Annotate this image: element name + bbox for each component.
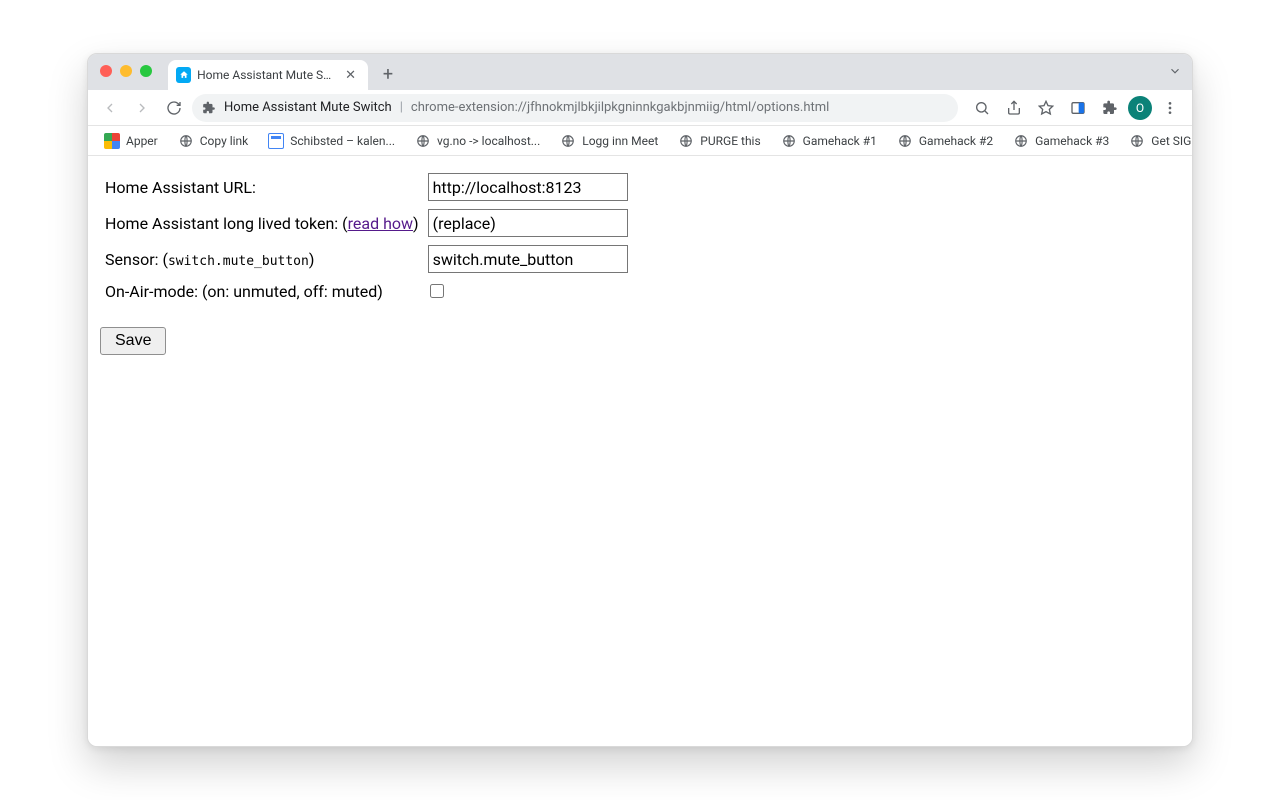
bookmark-star-icon[interactable] [1032, 94, 1060, 122]
bookmark-label: Get SIG [1151, 134, 1191, 148]
extension-icon [202, 101, 216, 115]
bookmark-item[interactable]: Copy link [170, 129, 257, 153]
bookmark-item[interactable]: Gamehack #2 [889, 129, 1001, 153]
traffic-lights [100, 65, 152, 77]
toolbar: Home Assistant Mute Switch | chrome-exte… [88, 90, 1192, 126]
bookmark-label: Gamehack #2 [919, 134, 993, 148]
window-zoom-button[interactable] [140, 65, 152, 77]
reload-button[interactable] [160, 94, 188, 122]
omnibox-url: chrome-extension://jfhnokmjlbkjilpkgninn… [411, 100, 829, 115]
url-label: Home Assistant URL: [104, 172, 423, 202]
bookmark-item[interactable]: Get SIG [1121, 129, 1193, 153]
bookmark-item[interactable]: vg.no -> localhost... [407, 129, 548, 153]
bookmark-label: Logg inn Meet [582, 134, 658, 148]
save-button[interactable]: Save [100, 327, 166, 355]
menu-icon[interactable] [1156, 94, 1184, 122]
browser-window: Home Assistant Mute Switch O ✕ + Home As… [87, 53, 1193, 747]
cal-icon [268, 133, 284, 149]
globe-icon [415, 133, 431, 149]
back-button[interactable] [96, 94, 124, 122]
page-content: Home Assistant URL: Home Assistant long … [88, 156, 1192, 746]
globe-icon [1013, 133, 1029, 149]
new-tab-button[interactable]: + [374, 60, 402, 88]
avatar-initial: O [1136, 101, 1144, 115]
omnibox-extension-name: Home Assistant Mute Switch [224, 100, 392, 115]
url-input[interactable] [428, 173, 628, 201]
read-how-link[interactable]: read how [348, 214, 413, 233]
bookmark-label: Gamehack #3 [1035, 134, 1109, 148]
onair-label: On-Air-mode: (on: unmuted, off: muted) [104, 280, 423, 303]
sensor-input[interactable] [428, 245, 628, 273]
tab-search-button[interactable] [1168, 64, 1182, 81]
home-assistant-favicon [176, 67, 191, 83]
globe-icon [1129, 133, 1145, 149]
globe-icon [678, 133, 694, 149]
bookmark-item[interactable]: Schibsted – kalen... [260, 129, 403, 153]
token-input[interactable] [428, 209, 628, 237]
tab-close-icon[interactable]: ✕ [343, 68, 358, 83]
window-close-button[interactable] [100, 65, 112, 77]
tab-title: Home Assistant Mute Switch O [197, 68, 337, 82]
browser-tab-active[interactable]: Home Assistant Mute Switch O ✕ [168, 60, 368, 90]
bookmark-item[interactable]: PURGE this [670, 129, 768, 153]
grid-icon [104, 133, 120, 149]
globe-icon [781, 133, 797, 149]
zoom-icon[interactable] [968, 94, 996, 122]
omnibox-separator: | [400, 100, 403, 115]
bookmark-label: vg.no -> localhost... [437, 134, 540, 148]
bookmark-item[interactable]: Gamehack #3 [1005, 129, 1117, 153]
extensions-icon[interactable] [1096, 94, 1124, 122]
bookmark-label: Copy link [200, 134, 249, 148]
share-icon[interactable] [1000, 94, 1028, 122]
bookmark-item[interactable]: Apper [96, 129, 166, 153]
token-label-prefix: Home Assistant long lived token: ( [105, 214, 348, 233]
globe-icon [897, 133, 913, 149]
profile-avatar[interactable]: O [1128, 96, 1152, 120]
bookmark-label: Schibsted – kalen... [290, 134, 395, 148]
bookmark-label: PURGE this [700, 134, 760, 148]
address-bar[interactable]: Home Assistant Mute Switch | chrome-exte… [192, 94, 958, 122]
bookmark-item[interactable]: Logg inn Meet [552, 129, 666, 153]
bookmarks-bar: Apper Copy link Schibsted – kalen... vg.no … [88, 126, 1192, 156]
bookmark-item[interactable]: Gamehack #1 [773, 129, 885, 153]
titlebar: Home Assistant Mute Switch O ✕ + [88, 54, 1192, 90]
sensor-label-suffix: ) [309, 250, 315, 269]
side-panel-icon[interactable] [1064, 94, 1092, 122]
forward-button[interactable] [128, 94, 156, 122]
globe-icon [560, 133, 576, 149]
onair-checkbox[interactable] [430, 284, 444, 298]
window-minimize-button[interactable] [120, 65, 132, 77]
bookmark-label: Gamehack #1 [803, 134, 877, 148]
globe-icon [178, 133, 194, 149]
sensor-code: switch.mute_button [168, 254, 309, 269]
tabs-row: Home Assistant Mute Switch O ✕ + [168, 54, 402, 90]
bookmark-label: Apper [126, 134, 158, 148]
sensor-label-prefix: Sensor: ( [105, 250, 168, 269]
token-label-suffix: ) [413, 214, 419, 233]
toolbar-right: O [968, 94, 1184, 122]
